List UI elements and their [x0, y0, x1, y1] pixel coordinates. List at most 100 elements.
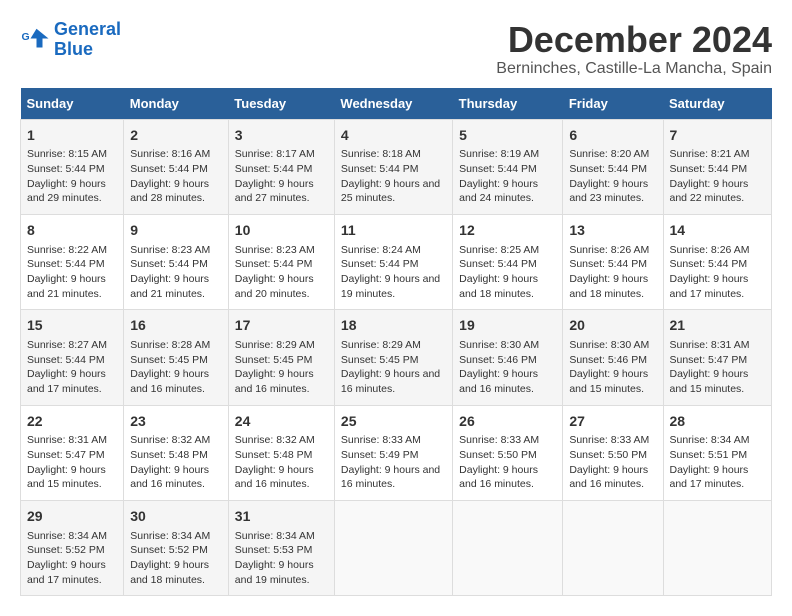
day-number: 15 — [27, 316, 117, 336]
day-number: 27 — [569, 412, 656, 432]
daylight-text: Daylight: 9 hours and 20 minutes. — [235, 273, 314, 300]
day-number: 9 — [130, 221, 222, 241]
daylight-text: Daylight: 9 hours and 16 minutes. — [130, 464, 209, 491]
week-row-2: 8Sunrise: 8:22 AMSunset: 5:44 PMDaylight… — [21, 214, 772, 309]
sunrise-text: Sunrise: 8:25 AM — [459, 244, 539, 256]
calendar-table: SundayMondayTuesdayWednesdayThursdayFrid… — [20, 88, 772, 597]
day-number: 20 — [569, 316, 656, 336]
sunrise-text: Sunrise: 8:23 AM — [130, 244, 210, 256]
sunrise-text: Sunrise: 8:32 AM — [235, 434, 315, 446]
sunrise-text: Sunrise: 8:34 AM — [670, 434, 750, 446]
calendar-cell: 18Sunrise: 8:29 AMSunset: 5:45 PMDayligh… — [334, 310, 452, 405]
sunrise-text: Sunrise: 8:27 AM — [27, 339, 107, 351]
sunrise-text: Sunrise: 8:20 AM — [569, 148, 649, 160]
day-number: 5 — [459, 126, 556, 146]
calendar-cell: 23Sunrise: 8:32 AMSunset: 5:48 PMDayligh… — [124, 405, 229, 500]
sunrise-text: Sunrise: 8:30 AM — [459, 339, 539, 351]
daylight-text: Daylight: 9 hours and 25 minutes. — [341, 178, 440, 205]
sunset-text: Sunset: 5:45 PM — [235, 354, 313, 366]
sunset-text: Sunset: 5:44 PM — [27, 354, 105, 366]
calendar-cell — [663, 500, 772, 595]
sunrise-text: Sunrise: 8:31 AM — [670, 339, 750, 351]
sunrise-text: Sunrise: 8:26 AM — [670, 244, 750, 256]
sunrise-text: Sunrise: 8:30 AM — [569, 339, 649, 351]
logo-text: GeneralBlue — [54, 20, 121, 60]
sunrise-text: Sunrise: 8:29 AM — [235, 339, 315, 351]
week-row-4: 22Sunrise: 8:31 AMSunset: 5:47 PMDayligh… — [21, 405, 772, 500]
sunrise-text: Sunrise: 8:33 AM — [341, 434, 421, 446]
daylight-text: Daylight: 9 hours and 16 minutes. — [341, 464, 440, 491]
daylight-text: Daylight: 9 hours and 15 minutes. — [27, 464, 106, 491]
sunset-text: Sunset: 5:45 PM — [130, 354, 208, 366]
day-number: 16 — [130, 316, 222, 336]
week-row-1: 1Sunrise: 8:15 AMSunset: 5:44 PMDaylight… — [21, 119, 772, 214]
sunset-text: Sunset: 5:44 PM — [235, 258, 313, 270]
calendar-cell: 16Sunrise: 8:28 AMSunset: 5:45 PMDayligh… — [124, 310, 229, 405]
daylight-text: Daylight: 9 hours and 16 minutes. — [459, 368, 538, 395]
header-tuesday: Tuesday — [228, 88, 334, 120]
header-row: SundayMondayTuesdayWednesdayThursdayFrid… — [21, 88, 772, 120]
sunset-text: Sunset: 5:44 PM — [670, 258, 748, 270]
daylight-text: Daylight: 9 hours and 27 minutes. — [235, 178, 314, 205]
sunrise-text: Sunrise: 8:23 AM — [235, 244, 315, 256]
daylight-text: Daylight: 9 hours and 24 minutes. — [459, 178, 538, 205]
sunset-text: Sunset: 5:50 PM — [569, 449, 647, 461]
day-number: 21 — [670, 316, 766, 336]
sunrise-text: Sunrise: 8:21 AM — [670, 148, 750, 160]
daylight-text: Daylight: 9 hours and 21 minutes. — [27, 273, 106, 300]
daylight-text: Daylight: 9 hours and 29 minutes. — [27, 178, 106, 205]
calendar-cell: 8Sunrise: 8:22 AMSunset: 5:44 PMDaylight… — [21, 214, 124, 309]
week-row-5: 29 Sunrise: 8:34 AM Sunset: 5:52 PM Dayligh… — [21, 500, 772, 595]
calendar-cell — [334, 500, 452, 595]
daylight-text: Daylight: 9 hours and 15 minutes. — [569, 368, 648, 395]
day-number: 17 — [235, 316, 328, 336]
sunrise-text: Sunrise: 8:26 AM — [569, 244, 649, 256]
sunset-text: Sunset: 5:44 PM — [235, 163, 313, 175]
calendar-cell: 13Sunrise: 8:26 AMSunset: 5:44 PMDayligh… — [563, 214, 663, 309]
sunrise-text: Sunrise: 8:28 AM — [130, 339, 210, 351]
day-number: 4 — [341, 126, 446, 146]
sunset-text: Sunset: 5:47 PM — [670, 354, 748, 366]
calendar-cell: 29Sunrise: 8:34 AMSunset: 5:52 PMDayligh… — [21, 500, 124, 595]
day-number: 2 — [130, 126, 222, 146]
calendar-cell: 6Sunrise: 8:20 AMSunset: 5:44 PMDaylight… — [563, 119, 663, 214]
header-monday: Monday — [124, 88, 229, 120]
calendar-cell: 10Sunrise: 8:23 AMSunset: 5:44 PMDayligh… — [228, 214, 334, 309]
calendar-cell: 17Sunrise: 8:29 AMSunset: 5:45 PMDayligh… — [228, 310, 334, 405]
daylight-text: Daylight: 9 hours and 28 minutes. — [130, 178, 209, 205]
daylight-text: Daylight: 9 hours and 19 minutes. — [235, 559, 314, 586]
header-saturday: Saturday — [663, 88, 772, 120]
day-number: 24 — [235, 412, 328, 432]
calendar-cell: 24Sunrise: 8:32 AMSunset: 5:48 PMDayligh… — [228, 405, 334, 500]
sunset-text: Sunset: 5:44 PM — [27, 258, 105, 270]
sunset-text: Sunset: 5:44 PM — [341, 258, 419, 270]
calendar-cell: 7Sunrise: 8:21 AMSunset: 5:44 PMDaylight… — [663, 119, 772, 214]
sunset-text: Sunset: 5:44 PM — [459, 258, 537, 270]
day-number: 19 — [459, 316, 556, 336]
sunset-text: Sunset: 5:46 PM — [459, 354, 537, 366]
header-sunday: Sunday — [21, 88, 124, 120]
sunset-text: Sunset: 5:44 PM — [27, 163, 105, 175]
daylight-text: Daylight: 9 hours and 18 minutes. — [130, 559, 209, 586]
daylight-text: Daylight: 9 hours and 16 minutes. — [459, 464, 538, 491]
sunrise-text: Sunrise: 8:22 AM — [27, 244, 107, 256]
sunset-text: Sunset: 5:44 PM — [569, 163, 647, 175]
calendar-cell: 5Sunrise: 8:19 AMSunset: 5:44 PMDaylight… — [453, 119, 563, 214]
sunrise-text: Sunrise: 8:31 AM — [27, 434, 107, 446]
sunrise-text: Sunrise: 8:34 AM — [27, 530, 107, 542]
daylight-text: Daylight: 9 hours and 22 minutes. — [670, 178, 749, 205]
day-number: 26 — [459, 412, 556, 432]
header-friday: Friday — [563, 88, 663, 120]
sunrise-text: Sunrise: 8:33 AM — [569, 434, 649, 446]
calendar-cell: 9Sunrise: 8:23 AMSunset: 5:44 PMDaylight… — [124, 214, 229, 309]
daylight-text: Daylight: 9 hours and 23 minutes. — [569, 178, 648, 205]
daylight-text: Daylight: 9 hours and 17 minutes. — [670, 464, 749, 491]
daylight-text: Daylight: 9 hours and 21 minutes. — [130, 273, 209, 300]
sunrise-text: Sunrise: 8:34 AM — [235, 530, 315, 542]
svg-text:G: G — [22, 31, 30, 43]
day-number: 29 — [27, 507, 117, 527]
day-number: 12 — [459, 221, 556, 241]
sunset-text: Sunset: 5:52 PM — [27, 544, 105, 556]
day-number: 25 — [341, 412, 446, 432]
calendar-cell: 14Sunrise: 8:26 AMSunset: 5:44 PMDayligh… — [663, 214, 772, 309]
